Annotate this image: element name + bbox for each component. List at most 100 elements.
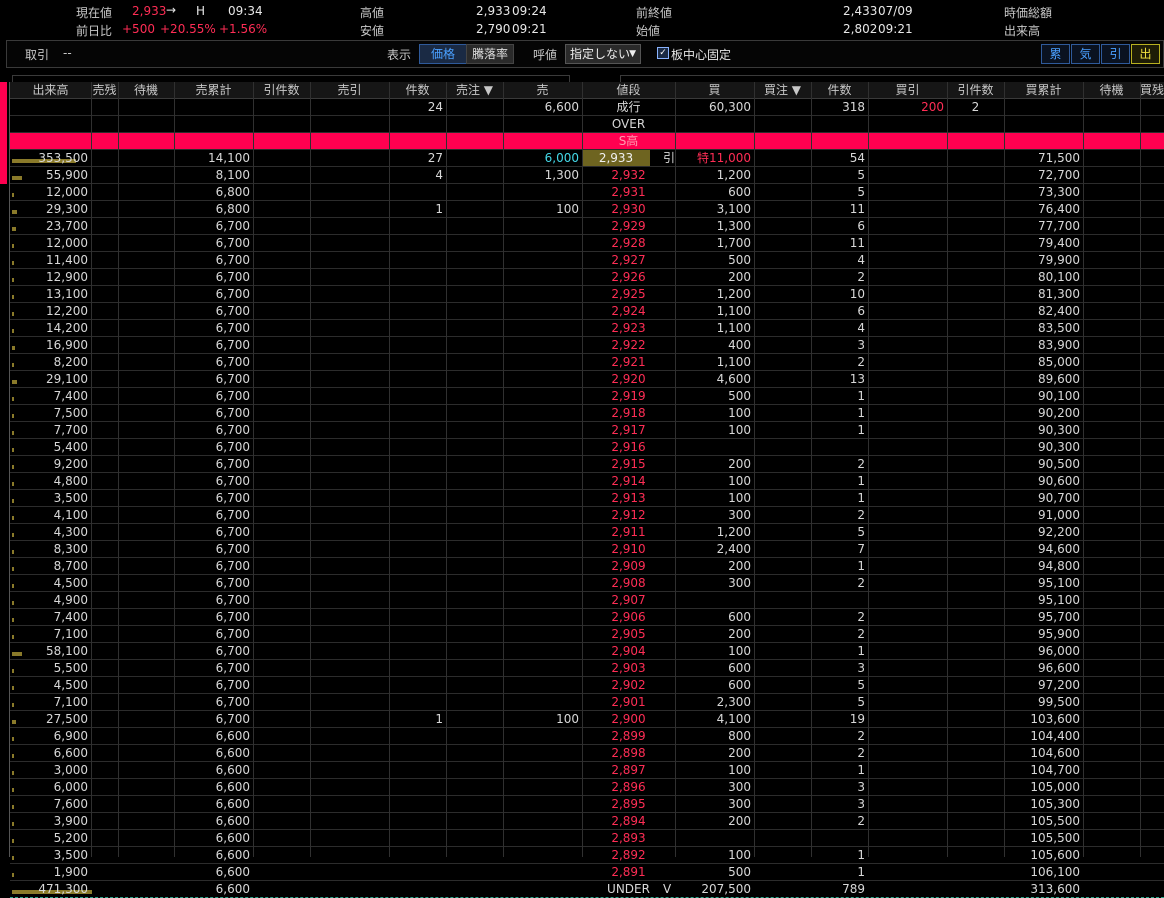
column-divider [868,82,869,857]
display-label: 表示 [387,48,412,62]
column-header: 売残 [92,83,117,97]
column-header: 買 [708,83,721,97]
column-divider [947,82,948,857]
volume-cell: 5,500 [53,661,88,675]
volume-cell: 4,500 [53,678,88,692]
volume-cell: 8,700 [53,559,88,573]
price-cell: 2,912 [611,508,646,522]
buy-cumulative-cell: 89,600 [1038,372,1080,386]
cumulative-button[interactable]: 累 [1041,44,1070,64]
buy-qty-cell: 500 [728,865,751,879]
quote-button[interactable]: 気 [1071,44,1100,64]
volume-cell: 3,500 [53,491,88,505]
price-cell: 2,899 [611,729,646,743]
sell-cumulative-cell: 6,700 [215,338,250,352]
price-row: 8,700 6,700 2,909 200 1 94,800 [10,558,1164,575]
buy-qty-cell: 3,100 [716,202,751,216]
price-cell: 2,925 [611,287,646,301]
tick-select-value: 指定しない [570,47,631,61]
buy-count-cell: 2 [857,729,865,743]
price-cell: 2,895 [611,797,646,811]
buy-qty-cell: 400 [728,338,751,352]
mode-rate-button[interactable]: 騰落率 [466,44,514,64]
volume-cell: 7,500 [53,406,88,420]
buy-qty-cell: 200 [728,559,751,573]
price-row: 7,400 6,700 2,906 600 2 95,700 [10,609,1164,626]
column-divider [389,82,390,857]
buy-count-cell: 2 [857,576,865,590]
column-divider [675,82,676,857]
column-divider [811,82,812,857]
price-row: 12,000 6,700 2,928 1,700 11 79,400 [10,235,1164,252]
price-row: 7,600 6,600 2,895 300 3 105,300 [10,796,1164,813]
market-order-row: 24 6,600 成行 60,300 318 200 2 [10,99,1164,116]
buy-count-cell: 2 [857,746,865,760]
buy-close: 200 [921,100,944,114]
buy-qty-cell: 4,600 [716,372,751,386]
buy-count-cell: 1 [857,491,865,505]
price-marker: V [663,882,672,896]
high-label: 高値 [360,6,385,20]
sell-qty-cell: 6,000 [544,151,579,165]
limit-high-label: S高 [618,134,639,148]
buy-cumulative-cell: 73,300 [1038,185,1080,199]
column-header: 値段 [616,83,641,97]
price-row: 7,700 6,700 2,917 100 1 90,300 [10,422,1164,439]
price-row: 13,100 6,700 2,925 1,200 10 81,300 [10,286,1164,303]
volume-cell: 58,100 [46,644,88,658]
price-cell: 2,904 [611,644,646,658]
buy-count-cell: 1 [857,389,865,403]
mode-price-button[interactable]: 価格 [419,44,467,64]
buy-cumulative-cell: 105,000 [1030,780,1080,794]
sell-cumulative-cell: 6,700 [215,678,250,692]
price-row: 4,900 6,700 2,907 95,100 [10,592,1164,609]
trade-value: -- [63,46,72,60]
price-row: 58,100 6,700 2,904 100 1 96,000 [10,643,1164,660]
buy-qty-cell: 300 [728,508,751,522]
volume-cell: 29,300 [46,202,88,216]
buy-count-cell: 2 [857,508,865,522]
center-fix-checkbox[interactable]: ✓ [657,47,669,59]
column-header: 買残 [1140,83,1164,97]
price-cell: 2,916 [611,440,646,454]
buy-qty-cell: 800 [728,729,751,743]
buy-qty-cell: 100 [728,644,751,658]
sell-cumulative-cell: 6,800 [215,185,250,199]
column-header: 買引 [895,83,920,97]
sell-cumulative-cell: 6,600 [215,763,250,777]
price-cell: 2,924 [611,304,646,318]
buy-cumulative-cell: 96,000 [1038,644,1080,658]
close-order-button[interactable]: 引 [1101,44,1130,64]
trade-history-button[interactable]: 出 [1131,44,1160,64]
sell-count-cell: 1 [435,712,443,726]
price-row: 3,000 6,600 2,897 100 1 104,700 [10,762,1164,779]
price-cell: 2,917 [611,423,646,437]
buy-cumulative-cell: 90,500 [1038,457,1080,471]
buy-cumulative-cell: 95,100 [1038,576,1080,590]
high-time: 09:24 [512,4,547,18]
column-header: 買累計 [1025,83,1062,97]
sell-cumulative-cell: 6,700 [215,695,250,709]
buy-cumulative-cell: 94,600 [1038,542,1080,556]
buy-count-cell: 2 [857,355,865,369]
sell-qty-cell: 100 [556,712,579,726]
prev-close-label: 前終値 [636,6,673,20]
price-row: 8,300 6,700 2,910 2,400 7 94,600 [10,541,1164,558]
column-header: 売累計 [195,83,232,97]
column-divider [118,82,119,857]
price-row: 6,000 6,600 2,896 300 3 105,000 [10,779,1164,796]
buy-cumulative-cell: 103,600 [1030,712,1080,726]
buy-count-cell: 5 [857,678,865,692]
tick-select[interactable]: 指定しない ▼ [565,44,641,64]
buy-cumulative-cell: 105,500 [1030,831,1080,845]
sell-cumulative-cell: 6,700 [215,355,250,369]
sell-cumulative-cell: 8,100 [215,168,250,182]
sell-cumulative-cell: 6,700 [215,236,250,250]
price-row: 12,000 6,800 2,931 600 5 73,300 [10,184,1164,201]
buy-count-cell: 2 [857,627,865,641]
buy-count-cell: 5 [857,185,865,199]
buy-count-cell: 54 [849,151,865,165]
current-price-label: 現在値 [76,6,113,20]
price-row: 8,200 6,700 2,921 1,100 2 85,000 [10,354,1164,371]
sell-cumulative-cell: 6,700 [215,372,250,386]
